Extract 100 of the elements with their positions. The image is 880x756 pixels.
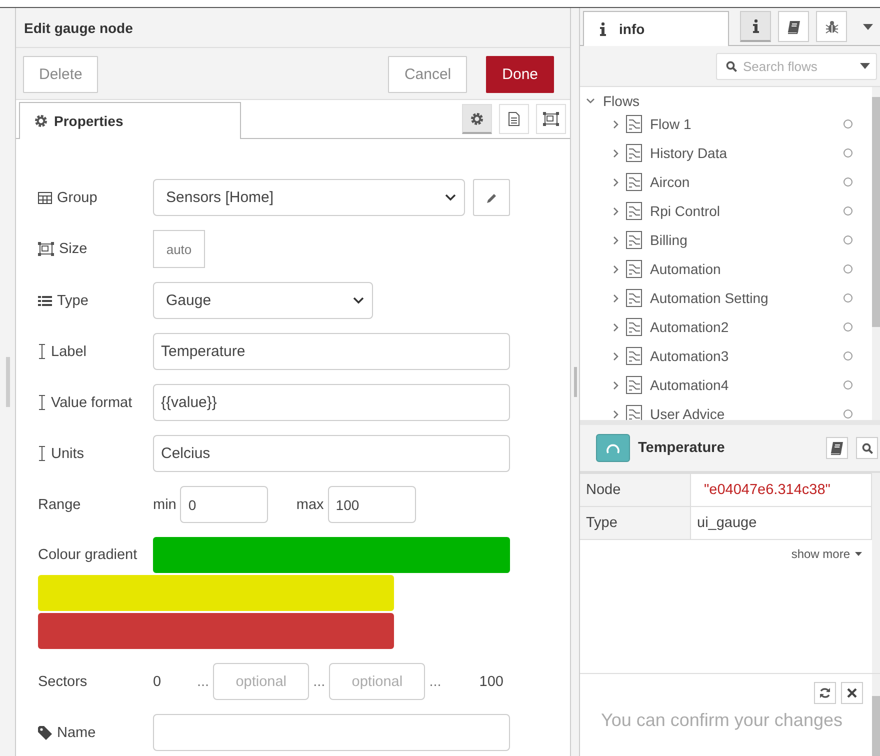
text-cursor-icon [38, 446, 46, 461]
text-field[interactable]: Temperature [153, 333, 510, 370]
size-button[interactable]: auto [153, 230, 205, 268]
field-label: Type [57, 292, 88, 308]
search-button[interactable] [856, 437, 878, 460]
scrollbar[interactable] [872, 86, 880, 420]
done-button[interactable]: Done [486, 56, 554, 93]
show-more-link[interactable]: show more [791, 547, 850, 562]
cancel-button[interactable]: Cancel [388, 56, 468, 93]
flow-icon [626, 260, 642, 278]
table-cell: "e04047e6.314c38" [690, 474, 872, 507]
tree-item[interactable]: Flow 1 [650, 116, 843, 132]
refresh-button[interactable] [814, 682, 836, 704]
status-circle-icon [843, 177, 853, 188]
chevron-right-icon[interactable] [611, 380, 620, 390]
debug-button[interactable] [816, 11, 847, 42]
status-circle-icon [843, 380, 853, 390]
scrollbar[interactable] [872, 473, 880, 673]
gauge-drawing [606, 442, 620, 454]
text-cursor-icon [38, 344, 46, 359]
flow-icon [626, 376, 642, 394]
appearance-button[interactable] [536, 104, 566, 134]
tree-item[interactable]: Rpi Control [650, 203, 843, 220]
chevron-right-icon[interactable] [611, 148, 620, 158]
tree-item[interactable]: Flows [603, 92, 640, 109]
chevron-right-icon[interactable] [611, 294, 620, 303]
frame-icon [38, 242, 54, 256]
sector-end: 100 [479, 674, 504, 690]
tip-text: You can confirm your changes [601, 710, 844, 731]
flow-icon [626, 202, 642, 220]
tree-item[interactable]: User Advice [650, 406, 843, 420]
field-label: Label [51, 344, 86, 360]
chevron-right-icon[interactable] [611, 236, 620, 245]
chevron-right-icon[interactable] [611, 264, 620, 274]
colour-swatch[interactable] [38, 613, 394, 649]
gear-icon [34, 114, 48, 128]
flow-icon [626, 405, 642, 420]
info-icon [752, 19, 760, 34]
frame-icon [543, 112, 559, 126]
chevron-down-icon [353, 297, 364, 304]
status-circle-icon [843, 235, 853, 246]
chevron-right-icon[interactable] [611, 178, 620, 187]
min-field[interactable]: 0 [180, 486, 268, 523]
table-cell: ui_gauge [690, 506, 872, 540]
tree-item[interactable]: Billing [650, 232, 843, 248]
tree-item[interactable]: Automation3 [650, 348, 843, 364]
select-field[interactable]: Sensors [Home] [153, 179, 465, 216]
chevron-right-icon[interactable] [611, 322, 620, 332]
properties-tab[interactable]: Properties [19, 102, 241, 139]
description-button[interactable] [499, 104, 529, 134]
field-label: Group [57, 190, 98, 206]
field-label: Value format [51, 394, 132, 410]
help-button[interactable] [826, 437, 848, 460]
table-cell: Node [580, 474, 690, 507]
delete-button[interactable]: Delete [23, 56, 98, 93]
text-field[interactable] [153, 714, 510, 751]
tree-item[interactable]: Aircon [650, 174, 843, 190]
settings-button[interactable] [462, 104, 492, 134]
select-field[interactable]: Gauge [153, 282, 373, 319]
colour-swatch[interactable] [153, 537, 510, 573]
max-field[interactable]: 100 [328, 486, 416, 523]
status-circle-icon [843, 264, 853, 274]
field-label: Size [59, 241, 88, 257]
tree-item[interactable]: History Data [650, 145, 843, 162]
dialog-title: Edit gauge node [16, 8, 570, 48]
caret-icon [855, 552, 862, 556]
chevron-down-icon [445, 194, 456, 201]
flow-icon [626, 173, 642, 192]
close-button[interactable] [841, 682, 863, 704]
flow-icon [626, 318, 642, 336]
tree-item[interactable]: Automation4 [650, 377, 843, 394]
info-button[interactable] [740, 11, 771, 42]
tree-item[interactable]: Automation [650, 261, 843, 278]
book-icon [786, 20, 800, 34]
chevron-right-icon[interactable] [611, 206, 620, 216]
field-label: Colour gradient [38, 547, 138, 563]
chevron-right-icon[interactable] [611, 410, 620, 419]
tree-item[interactable]: Automation2 [650, 319, 843, 336]
status-circle-icon [843, 119, 853, 130]
text-field[interactable]: Celcius [153, 435, 510, 472]
field-label: Name [57, 724, 96, 740]
scrollbar[interactable] [872, 674, 880, 756]
gear-icon [470, 112, 484, 126]
flow-icon [626, 115, 642, 134]
sector-start: 0 [153, 674, 162, 690]
chevron-right-icon[interactable] [611, 120, 620, 129]
flow-icon [626, 289, 642, 308]
text-field[interactable]: {{value}} [153, 384, 510, 421]
tree-item[interactable]: Automation Setting [650, 290, 843, 306]
chevron-down-icon[interactable] [586, 96, 595, 106]
flow-icon [626, 347, 642, 366]
list-icon [38, 294, 52, 306]
search-icon [726, 60, 737, 72]
help-button[interactable] [778, 11, 809, 42]
ellipsis-text: ... [197, 674, 210, 690]
close-icon [847, 688, 857, 698]
field-label: Units [51, 446, 84, 462]
chevron-right-icon[interactable] [611, 352, 620, 361]
info-tab[interactable]: info [583, 11, 729, 46]
text-cursor-icon [38, 395, 46, 410]
